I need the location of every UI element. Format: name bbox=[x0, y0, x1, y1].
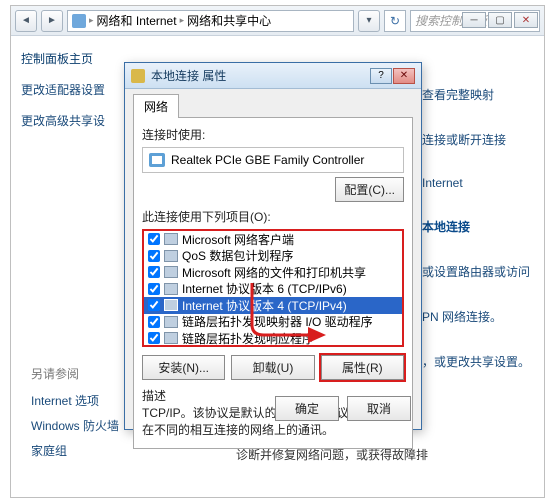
list-item-checkbox[interactable] bbox=[148, 266, 160, 278]
list-item-checkbox[interactable] bbox=[148, 316, 160, 328]
protocol-icon bbox=[164, 316, 178, 328]
dialog-title-text: 本地连接 属性 bbox=[151, 67, 364, 84]
list-item-label: Microsoft 网络客户端 bbox=[182, 231, 294, 248]
right-link: PN 网络连接。 bbox=[422, 308, 532, 325]
network-items-list[interactable]: Microsoft 网络客户端 QoS 数据包计划程序 Microsoft 网络… bbox=[142, 229, 404, 347]
nav-forward-button[interactable]: ► bbox=[41, 10, 63, 32]
protocol-icon bbox=[164, 250, 178, 262]
right-link-local-connection[interactable]: 本地连接 bbox=[422, 218, 532, 235]
protocol-icon bbox=[164, 266, 178, 278]
right-pane-links: 查看完整映射 连接或断开连接 Internet 本地连接 或设置路由器或访问 P… bbox=[422, 86, 532, 398]
dialog-close-button[interactable]: ✕ bbox=[393, 68, 415, 84]
window-controls: ─ ▢ ✕ bbox=[462, 12, 538, 28]
list-item-checkbox[interactable] bbox=[148, 250, 160, 262]
list-item-checkbox[interactable] bbox=[148, 283, 160, 295]
uninstall-button[interactable]: 卸载(U) bbox=[231, 355, 314, 380]
install-button[interactable]: 安装(N)... bbox=[142, 355, 225, 380]
refresh-button[interactable]: ↻ bbox=[384, 10, 406, 32]
list-item[interactable]: Microsoft 网络的文件和打印机共享 bbox=[144, 264, 402, 281]
breadcrumb[interactable]: ▸ 网络和 Internet ▸ 网络和共享中心 bbox=[67, 10, 354, 32]
right-link: ，或更改共享设置。 bbox=[422, 353, 532, 370]
list-item-label: Microsoft 网络的文件和打印机共享 bbox=[182, 264, 366, 281]
dialog-titlebar[interactable]: 本地连接 属性 ? ✕ bbox=[125, 63, 421, 89]
network-icon bbox=[72, 14, 86, 28]
list-item-label: Internet 协议版本 6 (TCP/IPv6) bbox=[182, 280, 347, 297]
adapter-box: Realtek PCIe GBE Family Controller bbox=[142, 147, 404, 173]
dialog-footer: 确定 取消 bbox=[275, 396, 411, 421]
connect-using-label: 连接时使用: bbox=[142, 126, 404, 143]
breadcrumb-separator: ▸ bbox=[89, 15, 94, 26]
list-item-label: 链路层拓扑发现映射器 I/O 驱动程序 bbox=[182, 313, 373, 330]
list-item-label: Internet 协议版本 4 (TCP/IPv4) bbox=[182, 297, 347, 314]
protocol-icon bbox=[164, 332, 178, 344]
nic-icon bbox=[149, 153, 165, 167]
right-link[interactable]: 查看完整映射 bbox=[422, 86, 532, 103]
list-item-checkbox[interactable] bbox=[148, 233, 160, 245]
list-item[interactable]: QoS 数据包计划程序 bbox=[144, 248, 402, 265]
tab-network[interactable]: 网络 bbox=[133, 94, 179, 118]
list-item-checkbox[interactable] bbox=[148, 332, 160, 344]
ok-button[interactable]: 确定 bbox=[275, 396, 339, 421]
breadcrumb-separator: ▸ bbox=[180, 15, 185, 26]
tab-strip: 网络 bbox=[133, 93, 413, 117]
cancel-button[interactable]: 取消 bbox=[347, 396, 411, 421]
properties-button[interactable]: 属性(R) bbox=[321, 355, 404, 380]
breadcrumb-dropdown-button[interactable]: ▾ bbox=[358, 10, 380, 32]
adapter-name: Realtek PCIe GBE Family Controller bbox=[171, 153, 364, 167]
configure-button[interactable]: 配置(C)... bbox=[335, 177, 404, 202]
dialog-help-button[interactable]: ? bbox=[370, 68, 392, 84]
protocol-icon bbox=[164, 283, 178, 295]
breadcrumb-segment[interactable]: 网络和共享中心 bbox=[187, 12, 271, 29]
right-link[interactable]: Internet bbox=[422, 176, 532, 190]
list-item[interactable]: Internet 协议版本 6 (TCP/IPv6) bbox=[144, 281, 402, 298]
list-item-checkbox[interactable] bbox=[148, 299, 160, 311]
list-item[interactable]: 链路层拓扑发现映射器 I/O 驱动程序 bbox=[144, 314, 402, 331]
protocol-icon bbox=[164, 299, 178, 311]
dialog-icon bbox=[131, 69, 145, 83]
list-item[interactable]: Microsoft 网络客户端 bbox=[144, 231, 402, 248]
dialog-window-controls: ? ✕ bbox=[370, 68, 415, 84]
maximize-button[interactable]: ▢ bbox=[488, 12, 512, 28]
list-item-label: QoS 数据包计划程序 bbox=[182, 247, 293, 264]
list-item[interactable]: 链路层拓扑发现响应程序 bbox=[144, 330, 402, 347]
breadcrumb-segment[interactable]: 网络和 Internet bbox=[97, 12, 177, 29]
properties-dialog: 本地连接 属性 ? ✕ 网络 连接时使用: Realtek PCIe GBE F… bbox=[124, 62, 422, 430]
minimize-button[interactable]: ─ bbox=[462, 12, 486, 28]
list-item-label: 链路层拓扑发现响应程序 bbox=[182, 330, 314, 347]
close-button[interactable]: ✕ bbox=[514, 12, 538, 28]
items-label: 此连接使用下列项目(O): bbox=[142, 208, 404, 225]
right-link: 或设置路由器或访问 bbox=[422, 263, 532, 280]
right-link[interactable]: 连接或断开连接 bbox=[422, 131, 532, 148]
nav-back-button[interactable]: ◄ bbox=[15, 10, 37, 32]
protocol-icon bbox=[164, 233, 178, 245]
list-item-ipv4[interactable]: Internet 协议版本 4 (TCP/IPv4) bbox=[144, 297, 402, 314]
